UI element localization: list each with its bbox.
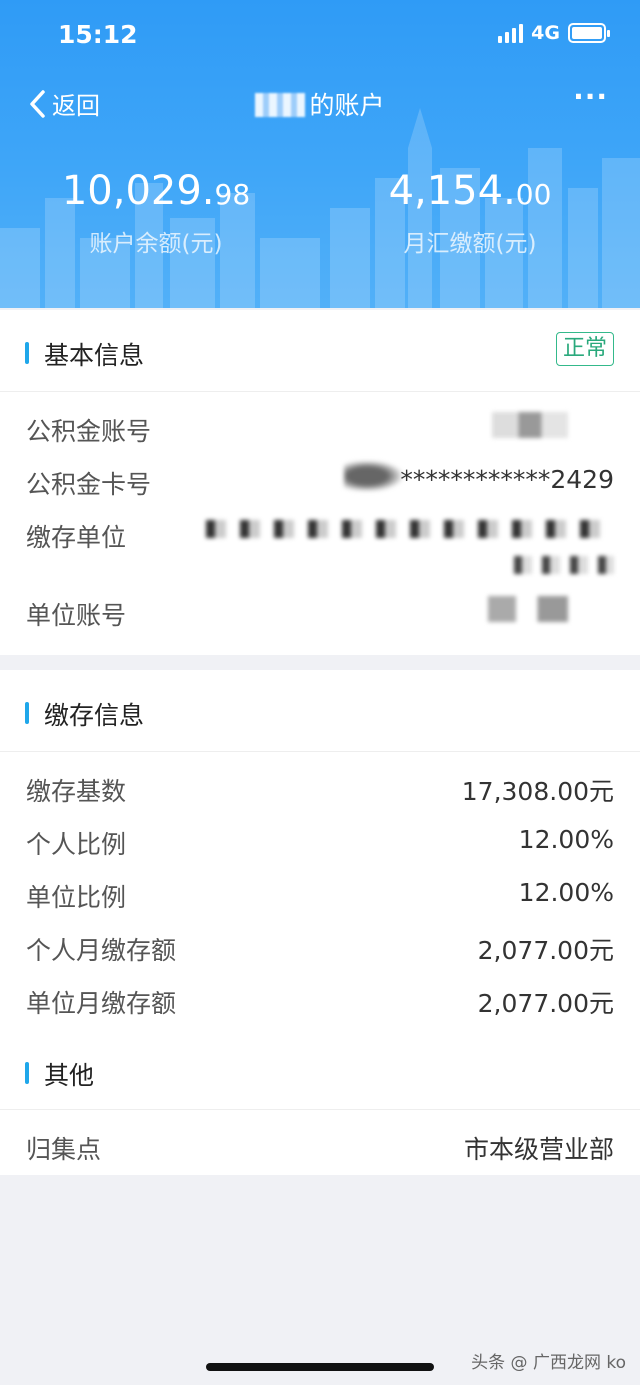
basic-info-section: 基本信息 正常 公积金账号 公积金卡号 ************2429 缴存单… [0,310,640,655]
list-item: 公积金卡号 ************2429 [0,451,640,504]
field-value: 市本级营业部 [463,1135,614,1164]
section-header: 基本信息 正常 [0,310,640,392]
home-indicator[interactable] [206,1363,434,1371]
balance-caption: 账户余额(元) [89,231,223,257]
watermark: 头条 @ 广西龙网 ko [471,1353,626,1373]
list-item: 单位比例 12.00% [0,864,640,917]
list-item: 个人月缴存额 2,077.00元 [0,917,640,970]
other-info-section: 其他 归集点 市本级营业部 [0,1030,640,1175]
status-badge: 正常 [555,332,614,366]
section-title: 缴存信息 [44,701,145,730]
monthly-summary: 4,154.00 月汇缴额(元) [340,168,600,258]
section-title: 其他 [44,1061,95,1090]
monthly-caption: 月汇缴额(元) [403,231,537,257]
field-label: 单位月缴存额 [26,989,177,1018]
list-item: 单位月缴存额 2,077.00元 [0,970,640,1023]
redacted-value [488,596,568,622]
field-label: 单位比例 [26,883,127,912]
section-title: 基本信息 [44,341,145,370]
list-item: 个人比例 12.00% [0,811,640,864]
field-label: 公积金卡号 [26,470,152,499]
status-indicators: 4G [498,22,610,44]
balance-amount: 10,029.98 [61,168,251,214]
field-label: 公积金账号 [26,417,152,446]
network-type: 4G [531,22,560,44]
list-item: 公积金账号 [0,398,640,451]
field-label: 单位账号 [26,601,127,630]
redacted-value [492,412,568,438]
signal-icon [498,23,524,43]
nav-bar: 返回 的账户 ··· [0,78,640,128]
deposit-info-section: 缴存信息 缴存基数 17,308.00元 个人比例 12.00% 单位比例 12… [0,670,640,1030]
account-header: 15:12 4G 返回 的账户 ··· 10,029.98 账户余额(元) 4,… [0,0,640,308]
field-label: 个人月缴存额 [26,936,177,965]
list-item: 缴存单位 [0,504,640,582]
section-accent [25,342,29,364]
field-value: 12.00% [518,825,614,854]
field-value: 2,077.00元 [477,989,614,1018]
field-label: 个人比例 [26,830,127,859]
list-item: 缴存基数 17,308.00元 [0,758,640,811]
redacted-name [255,93,306,117]
field-value: 12.00% [518,878,614,907]
redacted-value [206,520,606,538]
list-item: 归集点 市本级营业部 [0,1116,640,1169]
field-value: 17,308.00元 [461,777,614,806]
section-accent [25,702,29,724]
field-value: 2,077.00元 [477,936,614,965]
redacted-value [344,461,402,491]
more-options-icon[interactable]: ··· [573,80,608,113]
field-label: 缴存基数 [26,777,127,806]
page-title: 的账户 [0,86,640,122]
section-header: 缴存信息 [0,670,640,752]
section-accent [25,1062,29,1084]
field-value: ************2429 [400,465,614,494]
list-item: 单位账号 [0,582,640,635]
status-time: 15:12 [58,20,138,49]
page-title-text: 的账户 [309,91,385,120]
balance-summary: 10,029.98 账户余额(元) [26,168,286,258]
battery-icon [568,23,610,43]
status-bar: 15:12 4G [0,0,640,70]
section-header: 其他 [0,1030,640,1110]
monthly-amount: 4,154.00 [388,168,552,214]
redacted-value [514,556,614,574]
field-label: 归集点 [26,1135,102,1164]
field-label: 缴存单位 [26,523,127,552]
